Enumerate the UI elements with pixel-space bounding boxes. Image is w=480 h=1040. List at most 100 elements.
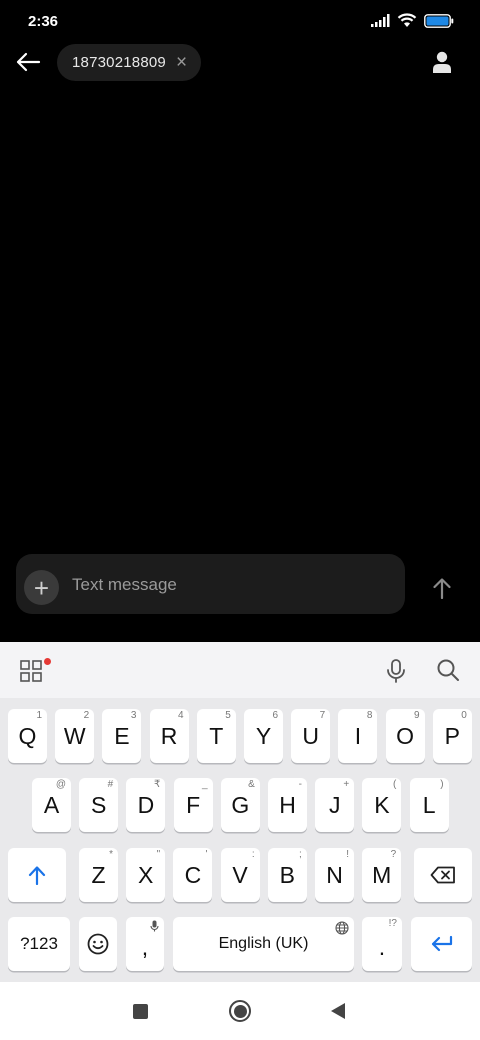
key-l[interactable]: L) xyxy=(409,778,449,832)
period-key[interactable]: . !? xyxy=(362,917,402,971)
back-triangle-button[interactable] xyxy=(331,1003,345,1019)
comma-key-label: , xyxy=(141,933,149,960)
key-label: B xyxy=(279,861,295,888)
keyboard-toolbar xyxy=(0,642,480,698)
person-icon xyxy=(433,51,451,73)
key-hint: 1 xyxy=(36,710,42,721)
key-w[interactable]: W2 xyxy=(55,709,95,763)
key-label: J xyxy=(328,791,341,818)
backspace-key[interactable] xyxy=(414,848,472,902)
navigation-bar xyxy=(0,982,480,1040)
key-hint: ! xyxy=(346,849,349,860)
notification-dot xyxy=(44,658,51,665)
key-e[interactable]: E3 xyxy=(102,709,142,763)
key-label: X xyxy=(138,861,154,888)
arrow-up-icon xyxy=(433,578,451,599)
key-label: E xyxy=(114,722,130,749)
apps-grid-icon[interactable] xyxy=(20,660,42,682)
key-hint: ? xyxy=(390,849,397,860)
key-hint: ) xyxy=(440,779,444,790)
key-label: P xyxy=(444,722,460,749)
key-hint: ; xyxy=(299,849,302,860)
key-hint: ( xyxy=(393,779,397,790)
key-hint: : xyxy=(251,849,255,860)
contact-button[interactable] xyxy=(428,48,456,76)
microphone-hint-icon xyxy=(150,920,159,932)
status-time: 2:36 xyxy=(28,13,59,30)
key-hint: _ xyxy=(202,779,208,790)
conversation-header: 18730218809 × xyxy=(0,40,480,84)
key-n[interactable]: N! xyxy=(315,848,354,902)
key-h[interactable]: H- xyxy=(268,778,307,832)
add-attachment-button[interactable]: + xyxy=(24,570,59,605)
home-button[interactable] xyxy=(229,1000,251,1022)
key-a[interactable]: A @ xyxy=(32,778,71,832)
key-hint: @ xyxy=(55,779,66,790)
space-key[interactable]: English (UK) xyxy=(173,917,354,971)
wifi-icon xyxy=(397,13,417,27)
recipient-number: 18730218809 xyxy=(72,54,166,71)
key-o[interactable]: O9 xyxy=(385,709,425,763)
close-icon[interactable]: × xyxy=(176,53,187,72)
search-icon[interactable] xyxy=(436,658,460,682)
recents-button[interactable] xyxy=(133,1004,148,1019)
back-button[interactable] xyxy=(12,46,44,78)
key-m[interactable]: M? xyxy=(362,848,402,902)
enter-icon xyxy=(431,935,452,952)
key-u[interactable]: U7 xyxy=(291,709,331,763)
key-g[interactable]: G & xyxy=(220,778,260,832)
key-label: Z xyxy=(91,861,106,888)
shift-icon xyxy=(28,866,46,885)
key-hint: " xyxy=(156,849,161,860)
comma-key[interactable]: , xyxy=(126,917,164,971)
message-input[interactable] xyxy=(72,570,392,600)
key-j[interactable]: J + xyxy=(315,778,355,832)
key-k[interactable]: K( xyxy=(362,778,402,832)
key-z[interactable]: Z * xyxy=(79,848,118,902)
key-b[interactable]: B; xyxy=(267,848,307,902)
emoji-key[interactable] xyxy=(79,917,117,971)
keyboard: Q 1 W 2 E 3 R 4 T 5 Y 6 U 7 I 8 O 9 P 0 A @ S # D ₹ F _ G & H - J + K(L) Z *… xyxy=(0,642,480,982)
space-key-label: English (UK) xyxy=(218,935,309,952)
key-label: H xyxy=(279,791,296,818)
key-hint: 2 xyxy=(83,710,90,721)
key-hint: 5 xyxy=(225,710,231,721)
signal-icon xyxy=(371,14,390,27)
arrow-left-icon xyxy=(16,52,41,72)
key-q[interactable]: Q1 xyxy=(8,709,47,763)
key-v[interactable]: V: xyxy=(220,848,260,902)
period-key-hint: !? xyxy=(388,918,397,929)
enter-key[interactable] xyxy=(411,917,472,971)
globe-icon xyxy=(335,921,349,935)
period-key-label: . xyxy=(378,933,386,960)
send-button[interactable] xyxy=(426,572,458,604)
symbols-key[interactable]: ?123 xyxy=(8,917,70,971)
key-hint: ' xyxy=(205,849,208,860)
key-i[interactable]: I8 xyxy=(338,709,378,763)
key-label: N xyxy=(326,861,343,888)
key-label: T xyxy=(209,722,224,749)
key-hint: # xyxy=(107,779,114,790)
key-label: U xyxy=(302,722,319,749)
key-label: D xyxy=(137,791,155,818)
microphone-icon[interactable] xyxy=(385,658,407,684)
key-c[interactable]: C ' xyxy=(173,848,213,902)
key-y[interactable]: Y6 xyxy=(244,709,283,763)
key-label: A xyxy=(43,791,60,818)
key-r[interactable]: R4 xyxy=(149,709,189,763)
key-p[interactable]: P0 xyxy=(432,709,472,763)
key-x[interactable]: X " xyxy=(126,848,166,902)
recipient-chip[interactable]: 18730218809 × xyxy=(57,44,202,81)
key-label: V xyxy=(232,861,248,888)
key-s[interactable]: S # xyxy=(79,778,119,832)
key-label: O xyxy=(396,722,415,749)
key-label: M xyxy=(372,861,392,888)
key-hint: + xyxy=(343,779,350,790)
shift-key[interactable] xyxy=(8,848,66,902)
key-d[interactable]: D ₹ xyxy=(126,778,166,832)
key-hint: 4 xyxy=(178,710,184,721)
key-label: Q xyxy=(18,722,37,749)
key-t[interactable]: T5 xyxy=(196,709,236,763)
key-f[interactable]: F _ xyxy=(173,778,213,832)
key-label: F xyxy=(186,791,201,818)
